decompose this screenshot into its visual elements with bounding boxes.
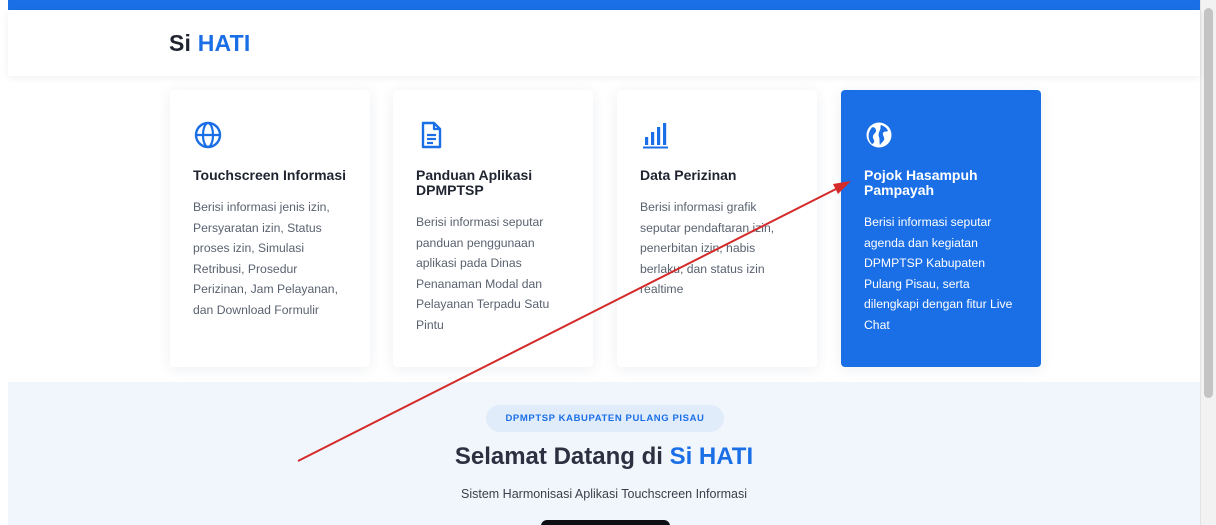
card-description: Berisi informasi seputar agenda dan kegi…	[864, 215, 1013, 332]
brand-accent: HATI	[197, 30, 251, 56]
document-icon	[421, 121, 442, 149]
organization-badge: DPMPTSP KABUPATEN PULANG PISAU	[486, 405, 724, 432]
card-pojok-hasampuh[interactable]: Pojok Hasampuh Pampayah Berisi informasi…	[841, 90, 1041, 367]
welcome-title: Selamat Datang di Si HATI	[8, 443, 1200, 471]
site-header: Si HATI	[8, 10, 1200, 76]
cta-button[interactable]	[541, 520, 670, 525]
brand-prefix: Si	[169, 30, 192, 56]
brand-logo[interactable]: Si HATI	[169, 30, 251, 57]
card-description: Berisi informasi jenis izin, Persyaratan…	[193, 200, 338, 317]
bar-chart-icon	[643, 123, 668, 149]
scrollbar-thumb[interactable]	[1204, 8, 1213, 398]
card-touchscreen-informasi[interactable]: Touchscreen Informasi Berisi informasi j…	[170, 90, 370, 367]
card-data-perizinan[interactable]: Data Perizinan Berisi informasi grafik s…	[617, 90, 817, 367]
globe-outline-icon	[194, 121, 222, 149]
card-title: Touchscreen Informasi	[193, 167, 347, 183]
top-accent-bar	[8, 0, 1200, 10]
welcome-subtitle: Sistem Harmonisasi Aplikasi Touchscreen …	[461, 487, 747, 501]
card-description: Berisi informasi seputar panduan penggun…	[416, 215, 550, 332]
welcome-title-prefix: Selamat Datang di	[454, 443, 663, 470]
vertical-scrollbar[interactable]	[1200, 0, 1216, 525]
card-title: Pojok Hasampuh Pampayah	[864, 167, 978, 198]
card-title: Panduan Aplikasi DPMPTSP	[416, 167, 533, 198]
card-description: Berisi informasi grafik seputar pendafta…	[640, 200, 775, 296]
page: Si HATI Touchscreen Informasi Berisi inf…	[0, 0, 1216, 525]
card-title: Data Perizinan	[640, 167, 737, 183]
globe-filled-icon	[866, 122, 892, 148]
welcome-title-accent: Si HATI	[669, 443, 754, 470]
card-panduan-aplikasi[interactable]: Panduan Aplikasi DPMPTSP Berisi informas…	[393, 90, 593, 367]
